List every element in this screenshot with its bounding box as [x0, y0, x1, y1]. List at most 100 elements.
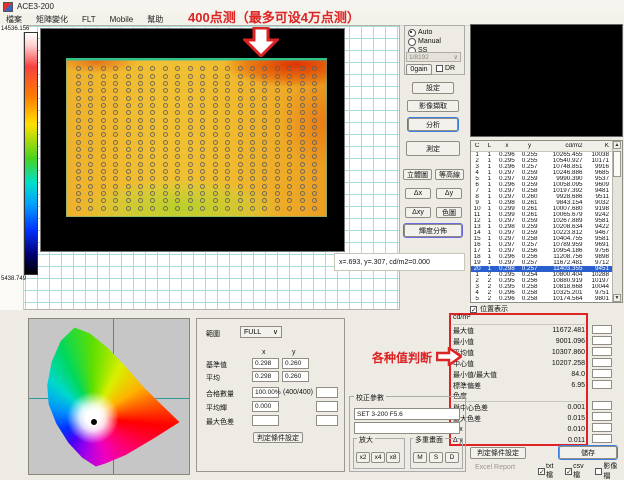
measure-button[interactable]: 測定 [406, 141, 460, 156]
file-check-label: txt檔 [546, 463, 560, 480]
zoom-x4-button[interactable]: x4 [371, 452, 385, 463]
calibration-set-field[interactable]: SET 3-200 F5.6 [354, 408, 460, 420]
color-map-button[interactable]: 色圖 [436, 207, 462, 218]
image-capture-button[interactable]: 影像擷取 [407, 100, 459, 112]
measurement-point [188, 176, 193, 181]
radio-icon[interactable] [408, 38, 416, 46]
reference-y-field[interactable]: 0.260 [282, 358, 309, 369]
pass-count-label: 合格數量 [206, 389, 234, 399]
measurement-point [101, 118, 106, 123]
multi-screen-m-button[interactable]: M [413, 452, 427, 463]
menu-item-2[interactable]: FLT [82, 15, 96, 24]
radio-icon[interactable] [408, 29, 416, 37]
measurement-point [238, 140, 243, 145]
contour-button[interactable]: 等高線 [435, 169, 464, 180]
measurement-point [88, 169, 93, 174]
settings-button[interactable]: 設定 [412, 82, 454, 94]
range-select[interactable]: FULL ∨ [240, 326, 282, 338]
measurement-point [188, 184, 193, 189]
measurement-point [163, 132, 168, 137]
scroll-up-arrow[interactable]: ▲ [613, 141, 621, 149]
measurement-point [113, 103, 118, 108]
measurement-point [126, 81, 131, 86]
stats-panel: cd/m²最大值11672.481最小值9001.096平均值10307.860… [453, 314, 585, 446]
zero-gain-button[interactable]: 0gain [406, 64, 432, 75]
luminance-distribution-button[interactable]: 輝度分佈 [404, 224, 462, 237]
measurement-point [113, 125, 118, 130]
measurement-point [287, 81, 292, 86]
measurement-point [225, 132, 230, 137]
table-cell: 5 [471, 296, 483, 302]
average-y-field[interactable]: 0.260 [282, 371, 309, 382]
measurement-point [188, 118, 193, 123]
multi-screen-s-button[interactable]: S [429, 452, 443, 463]
scroll-down-arrow[interactable]: ▼ [613, 294, 621, 302]
file-check-csv檔[interactable]: ✓csv檔 [565, 463, 590, 480]
judge-condition-button-2[interactable]: 判定條件設定 [470, 447, 526, 459]
view-3d-button[interactable]: 立體圖 [403, 169, 432, 180]
measurement-point [225, 169, 230, 174]
measurement-point [238, 198, 243, 203]
dr-checkbox-box[interactable] [436, 65, 443, 72]
menu-item-4[interactable]: 幫助 [147, 14, 163, 25]
measurement-point [213, 118, 218, 123]
excel-report-button[interactable]: Excel Report [470, 462, 520, 473]
measurement-point [163, 140, 168, 145]
measurement-point [76, 125, 81, 130]
measurement-point [175, 103, 180, 108]
table-row[interactable]: 520.2960.25810174.5649801 [471, 296, 612, 302]
menu-item-0[interactable]: 檔案 [6, 14, 22, 25]
table-scrollbar[interactable]: ▲ ▼ [612, 141, 622, 302]
measurement-point [150, 88, 155, 93]
average-x-field[interactable]: 0.298 [252, 371, 279, 382]
measurement-image-area[interactable] [40, 28, 345, 252]
measurement-point [300, 66, 305, 71]
judge-condition-button[interactable]: 判定條件設定 [253, 432, 303, 443]
cie-chromaticity-panel[interactable] [28, 318, 190, 475]
file-check-txt檔[interactable]: ✓txt檔 [538, 463, 560, 480]
camera-preview-area[interactable] [470, 24, 623, 137]
position-display-checkbox[interactable]: ✓ 位置表示 [470, 304, 508, 314]
menu-item-1[interactable]: 矩陣變化 [36, 14, 68, 25]
measurement-point [262, 176, 267, 181]
measurement-point [200, 140, 205, 145]
mode-radio-auto[interactable]: Auto [408, 28, 464, 37]
position-checkbox-box[interactable]: ✓ [470, 306, 477, 313]
measurement-point [312, 96, 317, 101]
shutter-select[interactable]: 1/8192 ∨ [406, 52, 461, 62]
measurement-point [126, 198, 131, 203]
menu-item-3[interactable]: Mobile [110, 15, 134, 24]
multi-screen-d-button[interactable]: D [445, 452, 459, 463]
measurement-point [138, 184, 143, 189]
cie-horseshoe [32, 323, 184, 471]
zoom-x2-button[interactable]: x2 [356, 452, 370, 463]
reference-x-field[interactable]: 0.298 [252, 358, 279, 369]
measurement-point [250, 162, 255, 167]
dr-checkbox[interactable]: DR [436, 65, 455, 72]
measurement-point [113, 96, 118, 101]
measurement-point [150, 140, 155, 145]
measurement-point [138, 110, 143, 115]
luminance-heatmap[interactable] [66, 58, 327, 217]
delta-y-button[interactable]: Δy [436, 188, 462, 199]
delta-x-button[interactable]: Δx [405, 188, 431, 199]
average-lum-field[interactable]: 0.000 [252, 401, 279, 412]
file-check-影像檔[interactable]: 影像檔 [595, 461, 624, 480]
scroll-thumb[interactable] [613, 151, 621, 177]
table-header-row: CLxycd/m2K [471, 141, 612, 152]
measurement-point [175, 169, 180, 174]
analyze-button[interactable]: 分析 [408, 118, 458, 131]
file-checkbox-box[interactable]: ✓ [565, 468, 572, 475]
file-checkbox-box[interactable]: ✓ [538, 468, 545, 475]
save-button[interactable]: 儲存 [559, 446, 617, 459]
file-checkbox-box[interactable] [595, 468, 602, 475]
dr-label: DR [445, 65, 455, 72]
mode-radio-manual[interactable]: Manual [408, 37, 464, 46]
max-colordiff-field[interactable] [252, 415, 279, 426]
delta-xy-button[interactable]: Δxy [405, 207, 431, 218]
measurement-point [113, 184, 118, 189]
calibration-extra-field[interactable] [354, 422, 460, 434]
measurement-point [126, 191, 131, 196]
pass-count-field[interactable]: 100.00% [252, 387, 279, 398]
zoom-x8-button[interactable]: x8 [386, 452, 400, 463]
